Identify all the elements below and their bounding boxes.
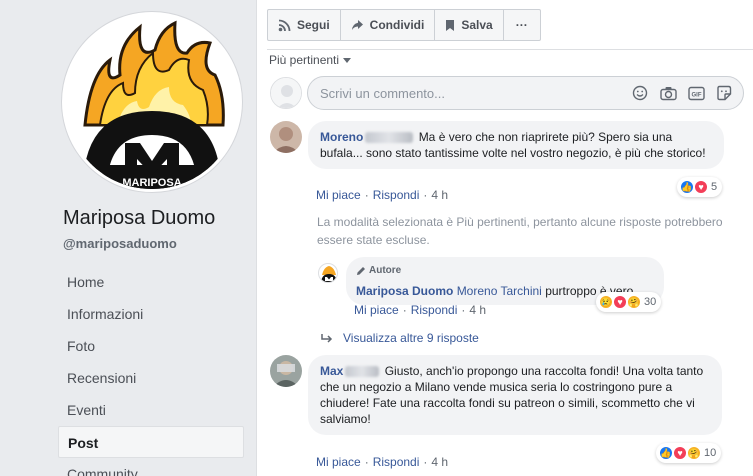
- blurred-surname: [345, 366, 380, 378]
- reaction-count: 10: [704, 447, 717, 459]
- logo-text: MARIPOSA: [122, 177, 181, 189]
- filter-notice: La modalità selezionata è Più pertinenti…: [317, 215, 723, 247]
- view-more-replies-link[interactable]: Visualizza altre 9 risposte: [321, 331, 479, 345]
- commenter-avatar[interactable]: [270, 121, 302, 153]
- share-label: Condividi: [369, 18, 425, 32]
- commenter-avatar[interactable]: [270, 355, 302, 387]
- comment-author[interactable]: Max: [320, 364, 343, 378]
- comment-time[interactable]: 4 h: [431, 455, 448, 469]
- more-label: ···: [515, 18, 528, 32]
- like-reaction-icon: 👍: [659, 446, 673, 460]
- comment-bubble: Moreno Ma è vero che non riaprirete più?…: [308, 121, 724, 169]
- nav-item-eventi[interactable]: Eventi: [58, 394, 244, 426]
- page-profile-picture[interactable]: MARIPOSA: [62, 12, 242, 192]
- reaction-summary[interactable]: 👍 ♥ 5: [677, 177, 723, 197]
- like-button[interactable]: Mi piace: [316, 188, 361, 202]
- bookmark-icon: [446, 19, 455, 31]
- share-icon: [351, 20, 363, 30]
- user-avatar-icon: [271, 78, 301, 108]
- reply-like-button[interactable]: Mi piace: [354, 303, 399, 317]
- reply-button[interactable]: Rispondi: [373, 188, 420, 202]
- care-reaction-icon: 🤗: [627, 295, 641, 309]
- like-button[interactable]: Mi piace: [316, 455, 361, 469]
- page-handle[interactable]: @mariposaduomo: [63, 236, 177, 251]
- follow-label: Segui: [297, 18, 330, 32]
- comment-meta: Mi piace · Rispondi · 4 h: [316, 455, 449, 469]
- love-reaction-icon: ♥: [613, 295, 627, 309]
- reply-meta: Mi piace · Rispondi · 4 h: [354, 303, 487, 317]
- love-reaction-icon: ♥: [673, 446, 687, 460]
- svg-text:GIF: GIF: [691, 92, 701, 98]
- user-photo-icon: [270, 355, 302, 387]
- author-badge-label: Autore: [369, 265, 402, 276]
- save-button[interactable]: Salva: [435, 10, 504, 40]
- post-panel: Segui Condividi Salva ··· Più pertinenti…: [256, 0, 753, 476]
- reply-arrow-icon: [321, 334, 333, 343]
- chevron-down-icon: [343, 57, 352, 63]
- love-reaction-icon: ♥: [694, 180, 708, 194]
- nav-item-informazioni[interactable]: Informazioni: [58, 298, 244, 330]
- view-more-replies-label: Visualizza altre 9 risposte: [343, 331, 479, 345]
- blurred-surname: [365, 132, 414, 144]
- comment-bubble: Max Giusto, anch'io propongo una raccolt…: [308, 355, 722, 435]
- reply-reply-button[interactable]: Rispondi: [411, 303, 458, 317]
- page-nav: Home Informazioni Foto Recensioni Eventi…: [58, 266, 244, 476]
- nav-item-community[interactable]: Community: [58, 458, 244, 476]
- like-reaction-icon: 👍: [680, 180, 694, 194]
- comment-time[interactable]: 4 h: [431, 188, 448, 202]
- emoji-icon[interactable]: [631, 84, 649, 102]
- reply-mention[interactable]: Moreno Tarchini: [457, 284, 542, 298]
- gif-icon[interactable]: GIF: [687, 84, 705, 102]
- mariposa-logo-small: [321, 266, 337, 282]
- comment-composer[interactable]: Scrivi un commento... GIF: [307, 76, 744, 110]
- divider: [267, 49, 753, 50]
- page-title: Mariposa Duomo: [63, 207, 216, 229]
- more-options-button[interactable]: ···: [504, 10, 540, 40]
- follow-button[interactable]: Segui: [268, 10, 341, 40]
- rss-icon: [278, 19, 291, 31]
- comment-sort-dropdown[interactable]: Più pertinenti: [269, 53, 352, 67]
- page-reply-avatar[interactable]: [318, 263, 338, 283]
- reply-author[interactable]: Mariposa Duomo: [356, 284, 453, 298]
- nav-item-recensioni[interactable]: Recensioni: [58, 362, 244, 394]
- sticker-icon[interactable]: [715, 84, 733, 102]
- sad-reaction-icon: 😢: [599, 295, 613, 309]
- nav-item-post[interactable]: Post: [58, 426, 244, 458]
- reply-button[interactable]: Rispondi: [373, 455, 420, 469]
- reaction-summary[interactable]: 👍 ♥ 🤗 10: [656, 443, 722, 463]
- share-button[interactable]: Condividi: [341, 10, 436, 40]
- current-user-avatar: [270, 77, 302, 109]
- comment-author[interactable]: Moreno: [320, 130, 363, 144]
- nav-item-home[interactable]: Home: [58, 266, 244, 298]
- comment-input[interactable]: Scrivi un commento...: [320, 86, 631, 101]
- mariposa-logo: MARIPOSA: [83, 20, 225, 189]
- post-action-bar: Segui Condividi Salva ···: [267, 9, 541, 41]
- page-sidebar: MARIPOSA Mariposa Duomo @mariposaduomo H…: [0, 0, 256, 476]
- user-photo-icon: [270, 121, 302, 153]
- reaction-count: 5: [711, 181, 718, 193]
- reply-reaction-summary[interactable]: 😢 ♥ 🤗 30: [596, 292, 662, 312]
- comment-meta: Mi piace · Rispondi · 4 h: [316, 188, 449, 202]
- camera-icon[interactable]: [659, 84, 677, 102]
- pencil-icon: [357, 267, 365, 275]
- sort-label: Più pertinenti: [269, 53, 340, 67]
- care-reaction-icon: 🤗: [687, 446, 701, 460]
- author-badge: Autore: [356, 263, 654, 279]
- nav-item-foto[interactable]: Foto: [58, 330, 244, 362]
- reply-reaction-count: 30: [644, 296, 657, 308]
- save-label: Salva: [461, 18, 493, 32]
- reply-time[interactable]: 4 h: [469, 303, 486, 317]
